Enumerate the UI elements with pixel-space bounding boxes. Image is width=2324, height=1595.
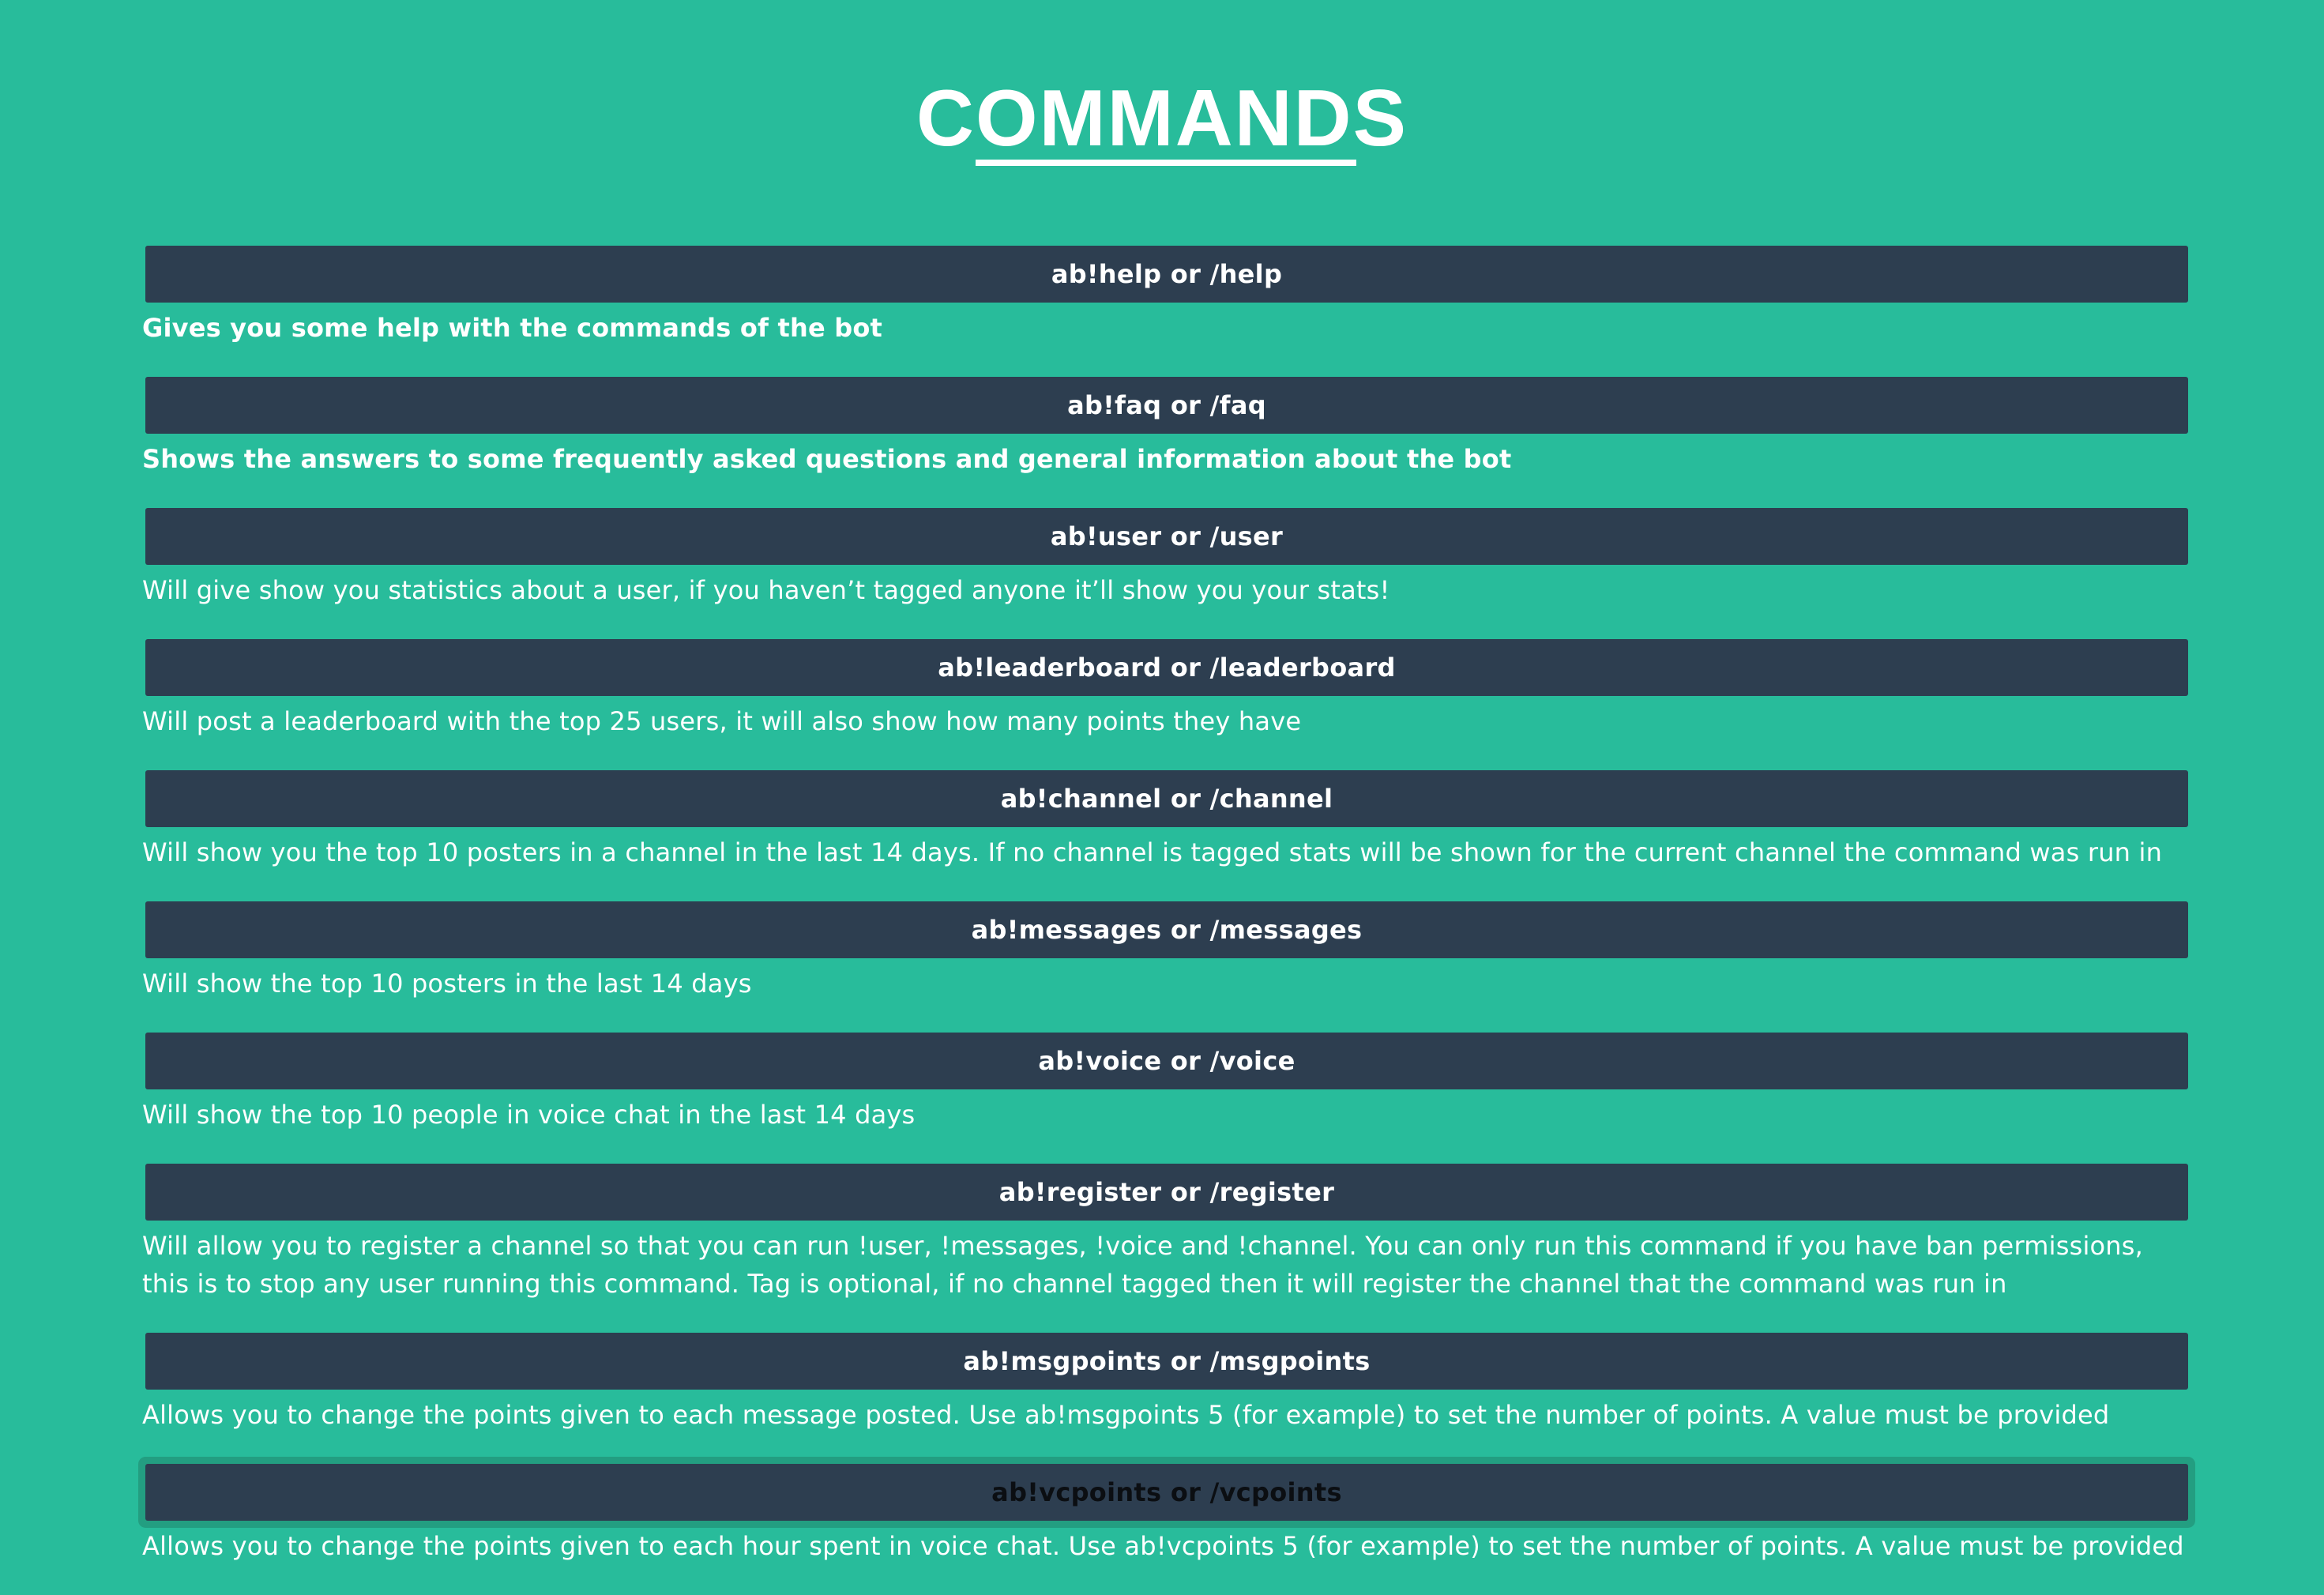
- command-item: ab!user or /user Will give show you stat…: [142, 508, 2188, 609]
- command-item: ab!register or /register Will allow you …: [142, 1164, 2188, 1303]
- command-header-msgpoints[interactable]: ab!msgpoints or /msgpoints: [145, 1333, 2188, 1390]
- command-header-voice[interactable]: ab!voice or /voice: [145, 1033, 2188, 1089]
- command-description: Will show the top 10 posters in the last…: [142, 969, 752, 999]
- command-description: Will show you the top 10 posters in a ch…: [142, 837, 2163, 867]
- command-header-leaderboard[interactable]: ab!leaderboard or /leaderboard: [145, 639, 2188, 696]
- page-title: COMMANDS: [916, 73, 1408, 163]
- command-header-messages[interactable]: ab!messages or /messages: [145, 901, 2188, 958]
- commands-list: ab!help or /help Gives you some help wit…: [142, 246, 2188, 1595]
- title-underline: [976, 160, 1356, 166]
- command-header-user[interactable]: ab!user or /user: [145, 508, 2188, 565]
- command-name: ab!vcpoints or /vcpoints: [991, 1477, 1342, 1507]
- command-name: ab!user or /user: [1050, 521, 1284, 551]
- command-header-register[interactable]: ab!register or /register: [145, 1164, 2188, 1221]
- command-header-channel[interactable]: ab!channel or /channel: [145, 770, 2188, 827]
- command-item: ab!voice or /voice Will show the top 10 …: [142, 1033, 2188, 1134]
- command-header-help[interactable]: ab!help or /help: [145, 246, 2188, 303]
- command-description: Will show the top 10 people in voice cha…: [142, 1100, 916, 1130]
- command-item: ab!leaderboard or /leaderboard Will post…: [142, 639, 2188, 740]
- command-header-faq[interactable]: ab!faq or /faq: [145, 377, 2188, 434]
- command-description: Allows you to change the points given to…: [142, 1400, 2110, 1430]
- command-item: ab!messages or /messages Will show the t…: [142, 901, 2188, 1003]
- command-item: ab!vcpoints or /vcpoints Allows you to c…: [142, 1464, 2188, 1565]
- command-name: ab!msgpoints or /msgpoints: [963, 1346, 1371, 1376]
- command-name: ab!channel or /channel: [1000, 784, 1333, 814]
- command-name: ab!register or /register: [998, 1177, 1335, 1207]
- command-name: ab!leaderboard or /leaderboard: [938, 653, 1396, 683]
- command-description: Will give show you statistics about a us…: [142, 575, 1390, 605]
- command-item: ab!channel or /channel Will show you the…: [142, 770, 2188, 871]
- command-name: ab!voice or /voice: [1038, 1046, 1295, 1076]
- command-description: Will allow you to register a channel so …: [142, 1231, 2144, 1299]
- command-item: ab!help or /help Gives you some help wit…: [142, 246, 2188, 347]
- command-item: ab!msgpoints or /msgpoints Allows you to…: [142, 1333, 2188, 1434]
- command-name: ab!help or /help: [1051, 259, 1283, 289]
- command-description: Shows the answers to some frequently ask…: [142, 444, 1512, 474]
- command-description: Will post a leaderboard with the top 25 …: [142, 706, 1302, 736]
- command-name: ab!faq or /faq: [1067, 390, 1266, 420]
- command-description: Allows you to change the points given to…: [142, 1531, 2184, 1561]
- command-item: ab!faq or /faq Shows the answers to some…: [142, 377, 2188, 478]
- command-name: ab!messages or /messages: [971, 915, 1363, 945]
- command-description: Gives you some help with the commands of…: [142, 313, 883, 343]
- command-header-vcpoints[interactable]: ab!vcpoints or /vcpoints: [145, 1464, 2188, 1521]
